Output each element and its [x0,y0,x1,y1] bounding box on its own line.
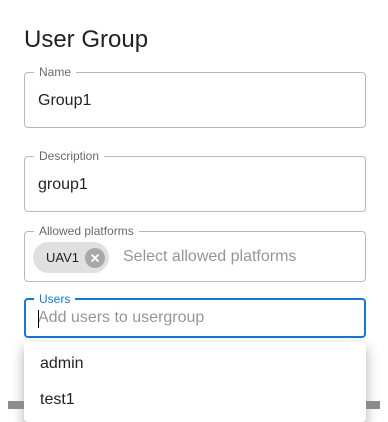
name-label: Name [34,65,77,79]
description-field[interactable]: Description group1 [24,149,366,212]
description-value[interactable]: group1 [38,175,88,195]
allowed-platforms-label: Allowed platforms [34,224,139,238]
backdrop-edge-left [8,401,24,409]
description-label: Description [34,149,105,163]
users-label: Users [34,292,76,306]
platform-chip[interactable]: UAV1 [33,242,109,273]
allowed-platforms-field[interactable]: Allowed platforms UAV1 Select allowed pl… [24,224,366,282]
users-input[interactable] [38,309,338,327]
users-field[interactable]: Users [24,292,366,338]
dialog-title: User Group [24,26,149,53]
name-value[interactable]: Group1 [38,91,91,111]
backdrop-edge-right [366,401,380,409]
text-cursor [38,310,39,328]
user-group-dialog: User Group Name Group1 Description group… [0,0,388,422]
platform-chip-label: UAV1 [46,250,79,265]
user-option-test1[interactable]: test1 [24,382,366,418]
cancel-circle-icon[interactable] [85,247,105,268]
name-field[interactable]: Name Group1 [24,65,366,128]
allowed-platforms-placeholder[interactable]: Select allowed platforms [123,248,296,266]
users-dropdown-menu: admin test1 [24,342,366,422]
user-option-admin[interactable]: admin [24,346,366,382]
